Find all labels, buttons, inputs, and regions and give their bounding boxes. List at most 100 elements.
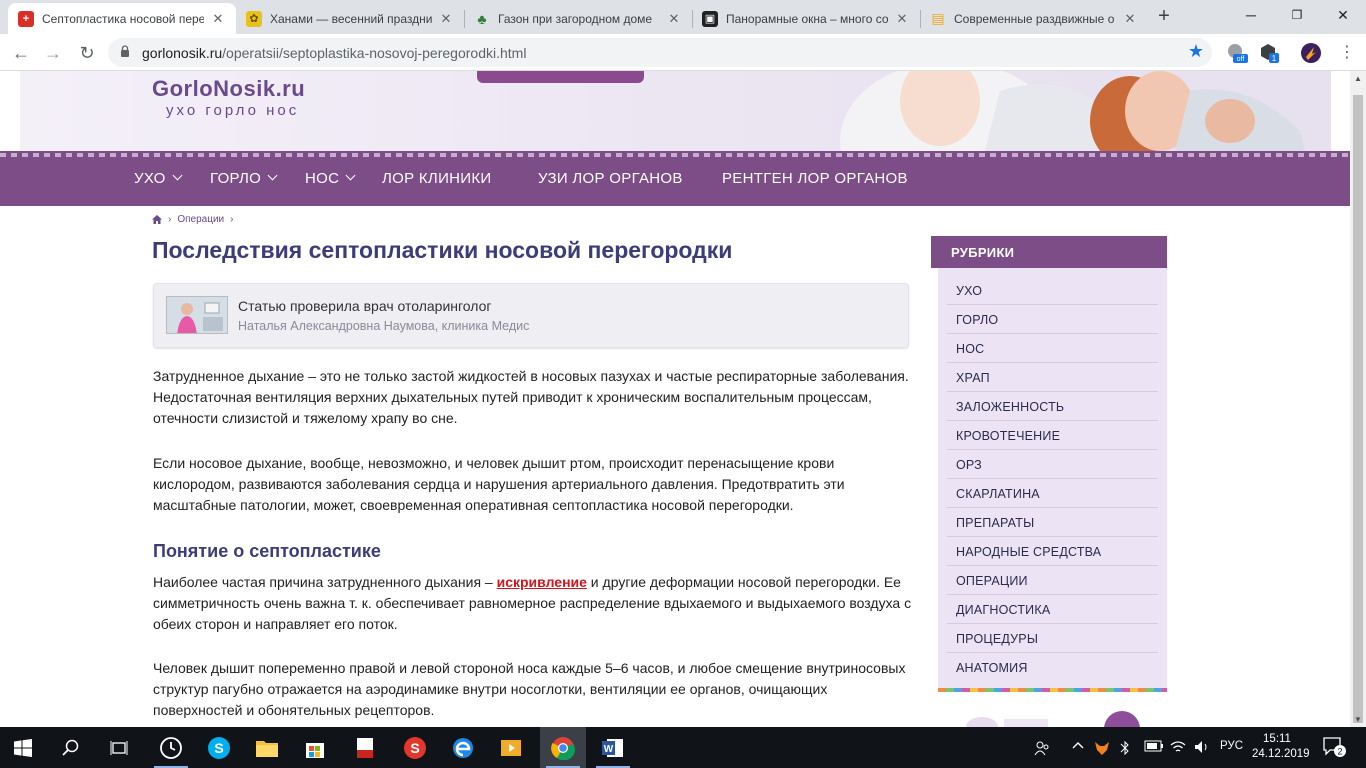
chevron-up-icon[interactable] <box>1072 740 1084 755</box>
tab-septoplastika[interactable]: + Септопластика носовой пере ✕ <box>8 3 236 34</box>
sidebar-item-khrap[interactable]: ХРАП <box>947 363 1158 392</box>
page-scrollbar[interactable]: ▲ ▼ <box>1350 71 1366 727</box>
reviewer-name: Наталья Александровна Наумова, клиника М… <box>238 319 530 333</box>
door-favicon-icon: ▤ <box>931 10 945 26</box>
home-icon[interactable] <box>152 215 162 224</box>
main-navigation: УХО ГОРЛО НОС ЛОР КЛИНИКИ УЗИ ЛОР ОРГАНО… <box>0 151 1350 206</box>
close-tab-icon[interactable]: ✕ <box>666 11 682 27</box>
notifications-icon[interactable]: 2 <box>1322 736 1346 761</box>
close-tab-icon[interactable]: ✕ <box>894 11 910 27</box>
skype-icon[interactable]: S <box>196 727 242 768</box>
chevron-down-icon <box>267 170 278 181</box>
battery-icon[interactable] <box>1144 740 1164 755</box>
bookmark-star-icon[interactable]: ★ <box>1188 41 1204 62</box>
new-tab-plus-icon[interactable]: + <box>1152 5 1176 29</box>
window-favicon-icon: ▣ <box>702 10 718 27</box>
close-window-icon[interactable]: ✕ <box>1320 0 1366 32</box>
nav-label: РЕНТГЕН ЛОР ОРГАНОВ <box>722 170 908 187</box>
stitch-decoration <box>0 153 1350 157</box>
video-player-icon[interactable] <box>488 727 534 768</box>
tab-panoramnye-okna[interactable]: ▣ Панорамные окна – много со ✕ <box>692 3 920 34</box>
sidebar-item-zalozhennost[interactable]: ЗАЛОЖЕННОСТЬ <box>947 392 1158 421</box>
fox-tray-icon[interactable] <box>1094 740 1110 759</box>
scroll-down-arrow-icon[interactable]: ▼ <box>1354 715 1362 724</box>
minimize-window-icon[interactable]: ─ <box>1228 0 1274 32</box>
nav-item-uzi[interactable]: УЗИ ЛОР ОРГАНОВ <box>538 170 683 187</box>
sidebar-item-preparaty[interactable]: ПРЕПАРАТЫ <box>947 508 1158 537</box>
nav-item-rentgen[interactable]: РЕНТГЕН ЛОР ОРГАНОВ <box>722 170 908 187</box>
sidebar-item-operatsii[interactable]: ОПЕРАЦИИ <box>947 566 1158 595</box>
tab-razdvizhnye[interactable]: ▤ Современные раздвижные о ✕ <box>920 3 1148 34</box>
reviewer-box: Статью проверила врач отоларинголог Ната… <box>153 283 909 348</box>
header-button[interactable] <box>477 71 644 83</box>
tab-title: Газон при загородном доме <box>498 11 653 26</box>
taskbar-clock[interactable]: 15:11 24.12.2019 <box>1252 732 1310 762</box>
sidebar-item-krovotechenie[interactable]: КРОВОТЕЧЕНИЕ <box>947 421 1158 450</box>
s-app-icon[interactable]: S <box>392 727 438 768</box>
sidebar-item-narodnye-sredstva[interactable]: НАРОДНЫЕ СРЕДСТВА <box>947 537 1158 566</box>
section-heading: Понятие о септопластике <box>153 541 381 561</box>
address-bar[interactable]: gorlonosik.ru/operatsii/septoplastika-no… <box>108 38 1212 67</box>
sidebar-item-protsedury[interactable]: ПРОЦЕДУРЫ <box>947 624 1158 653</box>
sidebar-item-diagnostika[interactable]: ДИАГНОСТИКА <box>947 595 1158 624</box>
sidebar-item-gorlo[interactable]: ГОРЛО <box>947 305 1158 334</box>
nav-item-gorlo[interactable]: ГОРЛО <box>210 170 278 187</box>
extension-off-icon[interactable]: off <box>1226 42 1248 64</box>
restore-window-icon[interactable]: ❐ <box>1274 0 1320 32</box>
extension-box-icon[interactable]: 1 <box>1258 42 1280 64</box>
scrollbar-thumb[interactable] <box>1353 95 1363 723</box>
chevron-down-icon <box>172 170 183 181</box>
breadcrumb-separator-icon: › <box>168 214 172 225</box>
sidebar-item-ukho[interactable]: УХО <box>947 276 1158 305</box>
reload-icon[interactable]: ↻ <box>74 40 100 66</box>
paragraph-2: Если носовое дыхание, вообще, невозможно… <box>153 455 845 513</box>
flower-favicon-icon: ✿ <box>246 10 262 27</box>
tab-gazon[interactable]: ♣ Газон при загородном доме ✕ <box>464 3 692 34</box>
sidebar-title: РУБРИКИ <box>931 236 1167 268</box>
pdf-reader-icon[interactable] <box>342 727 388 768</box>
site-logo[interactable]: GorloNosik.ru ухо горло нос <box>152 76 305 119</box>
sidebar-item-anatomiya[interactable]: АНАТОМИЯ <box>947 653 1158 682</box>
bluetooth-icon[interactable] <box>1120 740 1130 759</box>
search-icon[interactable] <box>48 727 94 768</box>
windows-start-icon[interactable] <box>0 727 46 768</box>
people-icon[interactable] <box>1034 740 1050 759</box>
paragraph-3: Наиболее частая причина затрудненного ды… <box>153 572 913 635</box>
forward-arrow-icon[interactable]: → <box>40 40 66 66</box>
iskrivlenie-link[interactable]: искривление <box>497 574 587 590</box>
speaker-icon[interactable] <box>1194 740 1210 757</box>
sidebar-item-nos[interactable]: НОС <box>947 334 1158 363</box>
svg-text:S: S <box>410 740 419 756</box>
breadcrumb: › Операции › <box>152 214 239 225</box>
chevron-down-icon <box>345 170 356 181</box>
notification-count: 2 <box>1337 747 1342 757</box>
language-indicator[interactable]: РУС <box>1220 740 1243 752</box>
paragraph-4: Человек дышит попеременно правой и левой… <box>153 660 906 718</box>
file-explorer-icon[interactable] <box>244 727 290 768</box>
browser-menu-icon[interactable]: ⋮ <box>1334 40 1360 66</box>
tab-hanami[interactable]: ✿ Ханами — весенний праздни ✕ <box>236 3 464 34</box>
sidebar-rainbow-border <box>938 688 1167 692</box>
edge-browser-icon[interactable] <box>440 727 486 768</box>
profile-avatar-icon[interactable] <box>1300 42 1322 64</box>
close-tab-icon[interactable]: ✕ <box>210 11 226 27</box>
task-view-icon[interactable] <box>96 727 142 768</box>
back-arrow-icon[interactable]: ← <box>8 40 34 66</box>
store-icon[interactable] <box>292 727 338 768</box>
sidebar-item-skarlatina[interactable]: СКАРЛАТИНА <box>947 479 1158 508</box>
tab-title: Ханами — весенний праздни <box>270 11 432 26</box>
wifi-icon[interactable] <box>1170 740 1186 757</box>
sidebar-item-orz[interactable]: ОРЗ <box>947 450 1158 479</box>
chrome-browser-icon[interactable] <box>540 727 586 768</box>
nav-item-lor-kliniki[interactable]: ЛОР КЛИНИКИ <box>382 170 491 187</box>
close-tab-icon[interactable]: ✕ <box>1122 11 1138 27</box>
nav-label: УХО <box>134 170 166 187</box>
close-tab-icon[interactable]: ✕ <box>438 11 454 27</box>
nav-item-nos[interactable]: НОС <box>305 170 356 187</box>
breadcrumb-link-operatsii[interactable]: Операции <box>177 214 224 225</box>
nav-item-ukho[interactable]: УХО <box>134 170 183 187</box>
word-icon[interactable]: W <box>590 727 636 768</box>
scroll-up-arrow-icon[interactable]: ▲ <box>1354 74 1362 83</box>
clock-app-icon[interactable] <box>148 727 194 768</box>
clock-date: 24.12.2019 <box>1252 748 1310 760</box>
